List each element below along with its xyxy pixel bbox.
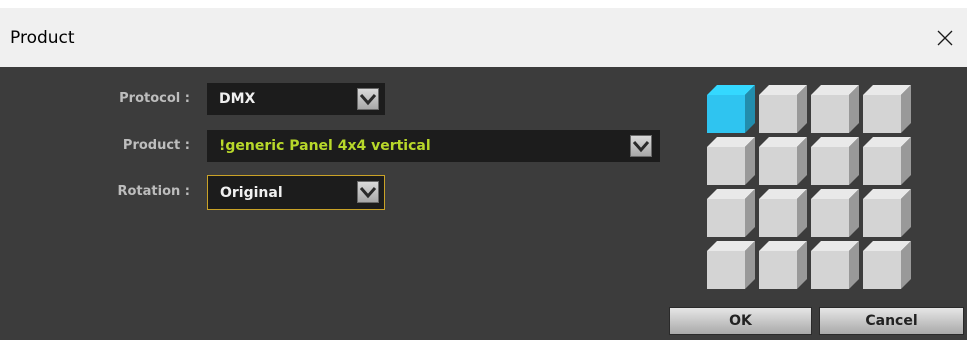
chevron-down-icon [630, 135, 652, 157]
rotation-label: Rotation : [117, 184, 190, 199]
rotation-value: Original [220, 185, 283, 201]
matrix-cell [759, 85, 807, 133]
protocol-dropdown[interactable]: DMX [207, 83, 385, 115]
protocol-label: Protocol : [119, 91, 190, 106]
matrix-cell [707, 137, 755, 185]
chevron-down-icon [357, 88, 379, 110]
dialog-content: Protocol : DMX Product : !generic Panel … [0, 67, 967, 340]
rotation-dropdown[interactable]: Original [207, 175, 385, 210]
dialog-title: Product [10, 28, 75, 48]
matrix-cell [707, 241, 755, 289]
close-button[interactable] [923, 8, 967, 67]
matrix-cell [759, 189, 807, 237]
product-value: !generic Panel 4x4 vertical [219, 138, 431, 154]
matrix-cell [811, 189, 859, 237]
product-dropdown[interactable]: !generic Panel 4x4 vertical [207, 130, 660, 162]
protocol-value: DMX [219, 91, 256, 107]
product-dialog: Product Protocol : DMX Product : !generi… [0, 8, 967, 340]
matrix-preview [707, 85, 911, 289]
matrix-cell [759, 241, 807, 289]
matrix-cell [811, 85, 859, 133]
product-label: Product : [122, 138, 190, 153]
matrix-cell [863, 241, 911, 289]
matrix-cell [863, 85, 911, 133]
ok-button[interactable]: OK [669, 307, 812, 335]
matrix-cell [863, 189, 911, 237]
matrix-cell [759, 137, 807, 185]
matrix-cell [863, 137, 911, 185]
matrix-cell [811, 241, 859, 289]
matrix-cell [811, 137, 859, 185]
matrix-cell [707, 85, 755, 133]
cancel-button[interactable]: Cancel [819, 307, 964, 335]
chevron-down-icon [357, 181, 379, 203]
title-bar: Product [0, 8, 967, 67]
matrix-cell [707, 189, 755, 237]
close-icon [937, 30, 953, 45]
